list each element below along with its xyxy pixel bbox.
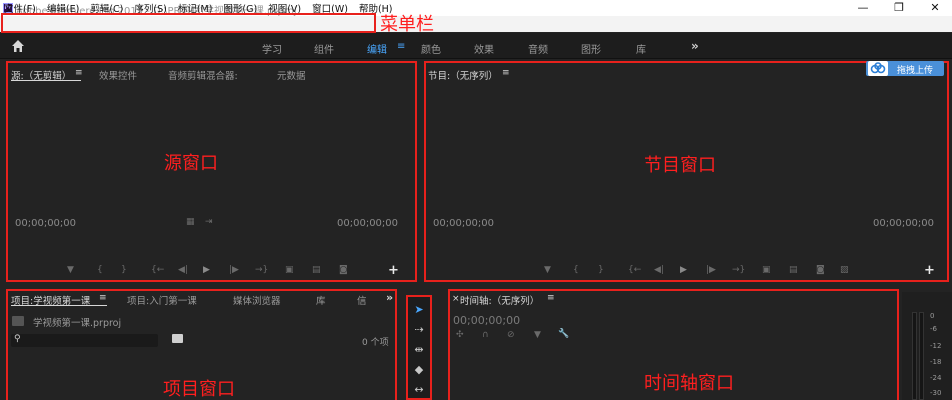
program-tab-menu-icon[interactable]: ≡ (502, 68, 510, 78)
program-panel-annotation: 节目窗口 (644, 155, 716, 176)
workspace-tab-learn[interactable]: 学习 (262, 41, 282, 56)
program-go-out-icon[interactable]: →} (732, 265, 745, 275)
upload-button-label: 拖拽上传 (897, 66, 934, 76)
tab-media-browser[interactable]: 媒体浏览器 (233, 293, 281, 307)
source-go-out-icon[interactable]: →} (255, 265, 268, 275)
razor-tool-icon[interactable]: ◆ (412, 363, 426, 377)
program-timecode-current[interactable]: 00;00;00;00 (433, 218, 494, 229)
audio-meter-panel (902, 292, 952, 400)
tab-effect-controls[interactable]: 效果控件 (99, 68, 137, 82)
program-mark-out-icon[interactable]: } (598, 265, 604, 275)
active-tab-underline (11, 80, 81, 81)
workspace-tab-audio[interactable]: 音频 (528, 41, 548, 56)
timeline-add-marker-icon[interactable]: ▼ (534, 330, 541, 340)
program-lift-icon[interactable]: ▣ (762, 265, 771, 275)
workspace-tab-editing[interactable]: 编辑 (367, 41, 387, 56)
timeline-tab-menu-icon[interactable]: ≡ (547, 293, 555, 303)
timeline-snap-icon[interactable]: ∩ (482, 330, 489, 340)
tab-project-intro[interactable]: 项目:入门第一课 (127, 293, 197, 307)
meter-label-30: -30 (930, 389, 942, 397)
timeline-timecode[interactable]: 00;00;00;00 (453, 314, 520, 327)
selection-tool-icon[interactable]: ➤ (412, 303, 426, 317)
source-step-back-icon[interactable]: ◀| (178, 265, 188, 275)
project-tab-menu-icon[interactable]: ≡ (99, 293, 107, 303)
source-play-icon[interactable]: ▶ (203, 265, 210, 275)
meter-label-18: -18 (930, 358, 942, 366)
restore-button[interactable]: ❐ (884, 0, 914, 16)
source-timecode-current[interactable]: 00;00;00;00 (15, 218, 76, 229)
source-panel-annotation: 源窗口 (164, 153, 218, 174)
workspace-more-button[interactable]: » (691, 39, 699, 53)
source-export-frame-icon[interactable]: ◙ (339, 265, 348, 275)
slip-tool-icon[interactable]: ↔ (412, 383, 426, 397)
source-insert-icon[interactable]: ⇥ (205, 217, 213, 227)
active-tab-underline (11, 305, 107, 306)
source-marker-icon[interactable]: ▼ (67, 265, 74, 275)
source-mark-in-icon[interactable]: { (97, 265, 103, 275)
program-step-forward-icon[interactable]: |▶ (706, 265, 716, 275)
meter-label-6: -6 (930, 325, 937, 333)
project-panel-annotation: 项目窗口 (163, 379, 235, 400)
home-icon[interactable] (11, 39, 25, 53)
program-go-in-icon[interactable]: {← (628, 265, 641, 275)
source-mark-out-icon[interactable]: } (121, 265, 127, 275)
project-search-input[interactable] (11, 334, 158, 347)
workspace-tab-color[interactable]: 颜色 (421, 41, 441, 56)
program-timecode-duration: 00;00;00;00 (873, 218, 935, 229)
workspace-tab-assembly[interactable]: 组件 (314, 41, 334, 56)
timeline-panel-annotation: 时间轴窗口 (644, 373, 734, 394)
tab-program[interactable]: 节目:（无序列） (428, 68, 498, 82)
timeline-nest-icon[interactable]: ✣ (456, 330, 464, 340)
timeline-close-icon[interactable]: × (452, 294, 460, 304)
meter-label-12: -12 (930, 342, 942, 350)
track-select-tool-icon[interactable]: ⇢ (412, 323, 426, 337)
project-more-tabs-icon[interactable]: » (386, 291, 393, 304)
program-extract-icon[interactable]: ▤ (789, 265, 798, 275)
workspace-tab-graphics[interactable]: 图形 (581, 41, 601, 56)
timeline-settings-wrench-icon[interactable]: 🔧 (558, 329, 569, 339)
search-icon: ⚲ (14, 334, 21, 344)
new-bin-from-search-icon[interactable] (172, 334, 183, 343)
audio-meter-left-channel (912, 312, 917, 400)
tab-timeline[interactable]: 时间轴:（无序列） (460, 293, 539, 307)
workspace-tab-effects[interactable]: 效果 (474, 41, 494, 56)
program-play-icon[interactable]: ▶ (680, 265, 687, 275)
tab-audio-clip-mixer[interactable]: 音频剪辑混合器: (168, 68, 238, 82)
source-tab-menu-icon[interactable]: ≡ (75, 68, 83, 78)
source-settings-icon[interactable]: ▦ (186, 217, 195, 227)
close-button[interactable]: ✕ (920, 0, 950, 16)
tab-metadata[interactable]: 元数据 (277, 68, 306, 82)
program-export-frame-icon[interactable]: ◙ (816, 265, 825, 275)
source-overwrite-icon[interactable]: ▤ (312, 265, 321, 275)
program-mark-in-icon[interactable]: { (573, 265, 579, 275)
ripple-edit-tool-icon[interactable]: ⇹ (412, 343, 426, 357)
workspace-tab-libraries[interactable]: 库 (636, 41, 646, 56)
source-step-forward-icon[interactable]: |▶ (229, 265, 239, 275)
minimize-button[interactable]: — (848, 0, 878, 16)
program-add-button-icon[interactable]: + (924, 263, 935, 278)
workspace-menu-icon[interactable]: ≡ (397, 41, 405, 52)
project-file-icon (12, 316, 24, 326)
tab-libraries[interactable]: 库 (316, 293, 326, 307)
source-insert-clip-icon[interactable]: ▣ (285, 265, 294, 275)
source-timecode-duration: 00;00;00;00 (337, 218, 399, 229)
program-step-back-icon[interactable]: ◀| (654, 265, 664, 275)
meter-label-24: -24 (930, 374, 942, 382)
source-add-button-icon[interactable]: + (388, 263, 399, 278)
source-go-in-icon[interactable]: {← (151, 265, 164, 275)
project-file-name: 学视频第一课.prproj (33, 318, 122, 329)
program-comparison-icon[interactable]: ▨ (840, 265, 849, 275)
cloud-upload-icon (868, 61, 888, 76)
menu-bar-annotation-box (1, 13, 376, 33)
timeline-linked-selection-icon[interactable]: ⊘ (507, 330, 515, 340)
audio-meter-right-channel (919, 312, 924, 400)
program-marker-icon[interactable]: ▼ (544, 265, 551, 275)
meter-label-0: 0 (930, 312, 935, 320)
tab-info[interactable]: 信 (357, 293, 367, 307)
project-item-count: 0 个项 (362, 338, 389, 348)
